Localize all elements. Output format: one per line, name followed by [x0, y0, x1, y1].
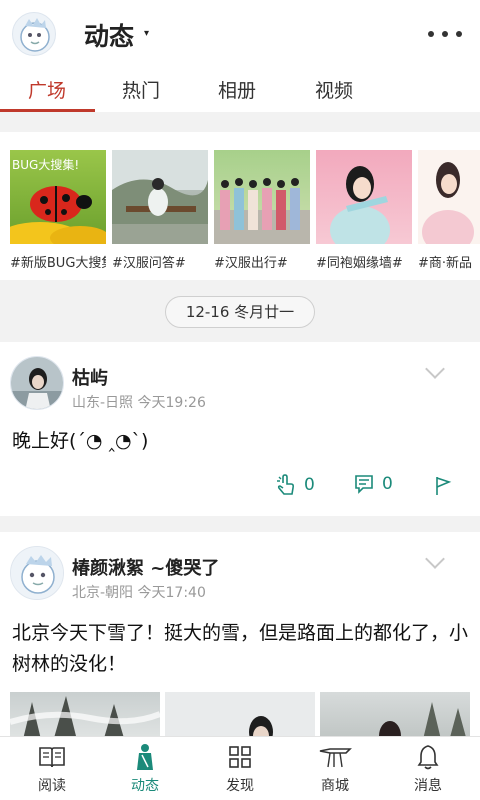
topic-label: #汉服问答# [112, 256, 186, 271]
shop-icon [319, 748, 352, 768]
nav-label: 商城 [321, 778, 349, 794]
topic-card[interactable]: #汉服问答# [112, 150, 208, 271]
post-card[interactable]: 椿颜湫絮 ~傻哭了 北京-朝阳 今天17:40 北京今天下雪了！挺大的雪，但是路… [0, 532, 480, 752]
post-avatar[interactable] [10, 356, 64, 410]
topic-carousel[interactable]: BUG大搜集! #新版BUG大搜集！# [0, 132, 480, 280]
topic-label: #汉服出行# [214, 256, 288, 271]
topic-card[interactable]: #同袍姻缘墙# [316, 150, 412, 271]
nav-read[interactable]: 阅读 [4, 743, 100, 795]
post-options-icon[interactable] [425, 359, 445, 379]
figure-icon [137, 744, 153, 770]
like-count: 0 [304, 475, 315, 495]
topic-thumbnail [214, 150, 310, 244]
comment-count: 0 [382, 474, 393, 494]
topic-label: #商·新品 [418, 256, 473, 271]
nav-messages[interactable]: 消息 [380, 743, 476, 795]
post-options-icon[interactable] [425, 549, 445, 569]
tab-video[interactable]: 视频 [315, 76, 353, 103]
topic-card[interactable]: #商·新品 [418, 150, 480, 271]
post-time: 今天19:26 [137, 395, 206, 411]
date-divider: 12-16 冬月廿一 [165, 296, 315, 328]
nav-label: 阅读 [38, 778, 66, 794]
topic-thumb-text: BUG大搜集! [12, 158, 80, 172]
topic-thumbnail [418, 150, 480, 244]
grid-icon [229, 746, 251, 768]
topic-label: #同袍姻缘墙# [316, 256, 403, 271]
post-author-name[interactable]: 椿颜湫絮 ~傻哭了 [72, 554, 219, 580]
nav-label: 消息 [414, 778, 442, 794]
tab-square[interactable]: 广场 [28, 76, 66, 103]
dot-icon [428, 31, 434, 37]
post-text: 北京今天下雪了！挺大的雪，但是路面上的都化了，小树林的没化！ [12, 622, 469, 675]
report-button[interactable] [434, 476, 460, 496]
nav-label: 发现 [226, 778, 254, 794]
post-meta: 北京-朝阳 今天17:40 [72, 582, 206, 602]
comment-icon [355, 475, 373, 494]
dot-icon [456, 31, 462, 37]
title-dropdown-icon[interactable]: ▾ [144, 28, 149, 39]
topic-thumbnail: BUG大搜集! [10, 150, 106, 244]
tab-album[interactable]: 相册 [218, 76, 256, 103]
post-location: 北京-朝阳 [72, 585, 134, 601]
tab-hot[interactable]: 热门 [122, 76, 160, 103]
bell-icon [417, 745, 439, 770]
post-meta: 山东-日照 今天19:26 [72, 392, 206, 412]
top-bar: 动态 ▾ [0, 0, 480, 68]
nav-feed[interactable]: 动态 [97, 743, 193, 795]
user-avatar[interactable] [12, 12, 56, 56]
page-title[interactable]: 动态 [84, 17, 134, 53]
topic-thumbnail [316, 150, 412, 244]
tab-bar: 广场 热门 相册 视频 [0, 68, 480, 112]
tap-like-icon [277, 474, 295, 495]
topic-card[interactable]: #汉服出行# [214, 150, 310, 271]
bottom-navigation: 阅读 动态 发现 商城 消息 [0, 736, 480, 800]
flag-icon [436, 477, 452, 495]
post-card[interactable]: 枯屿 山东-日照 今天19:26 晚上好(´◔ ‸◔`) 0 0 [0, 342, 480, 516]
post-avatar[interactable] [10, 546, 64, 600]
like-button[interactable]: 0 [276, 474, 315, 496]
nav-shop[interactable]: 商城 [287, 743, 383, 795]
topic-label: #新版BUG大搜集！# [10, 256, 106, 271]
post-author-name[interactable]: 枯屿 [72, 364, 108, 390]
nav-label: 动态 [131, 778, 159, 794]
topic-thumbnail [112, 150, 208, 244]
more-menu-button[interactable] [428, 20, 462, 48]
book-icon [39, 747, 65, 768]
dot-icon [442, 31, 448, 37]
comment-button[interactable]: 0 [354, 474, 393, 494]
topic-card[interactable]: BUG大搜集! #新版BUG大搜集！# [10, 150, 106, 271]
post-text: 晚上好(´◔ ‸◔`) [12, 430, 149, 452]
post-time: 今天17:40 [137, 585, 206, 601]
app-root: 动态 ▾ 广场 热门 相册 视频 BUG大搜集! #新版BUG大搜 #汉服问答#… [0, 0, 480, 800]
tab-active-indicator [0, 109, 95, 112]
post-location: 山东-日照 [72, 395, 134, 411]
nav-discover[interactable]: 发现 [192, 743, 288, 795]
